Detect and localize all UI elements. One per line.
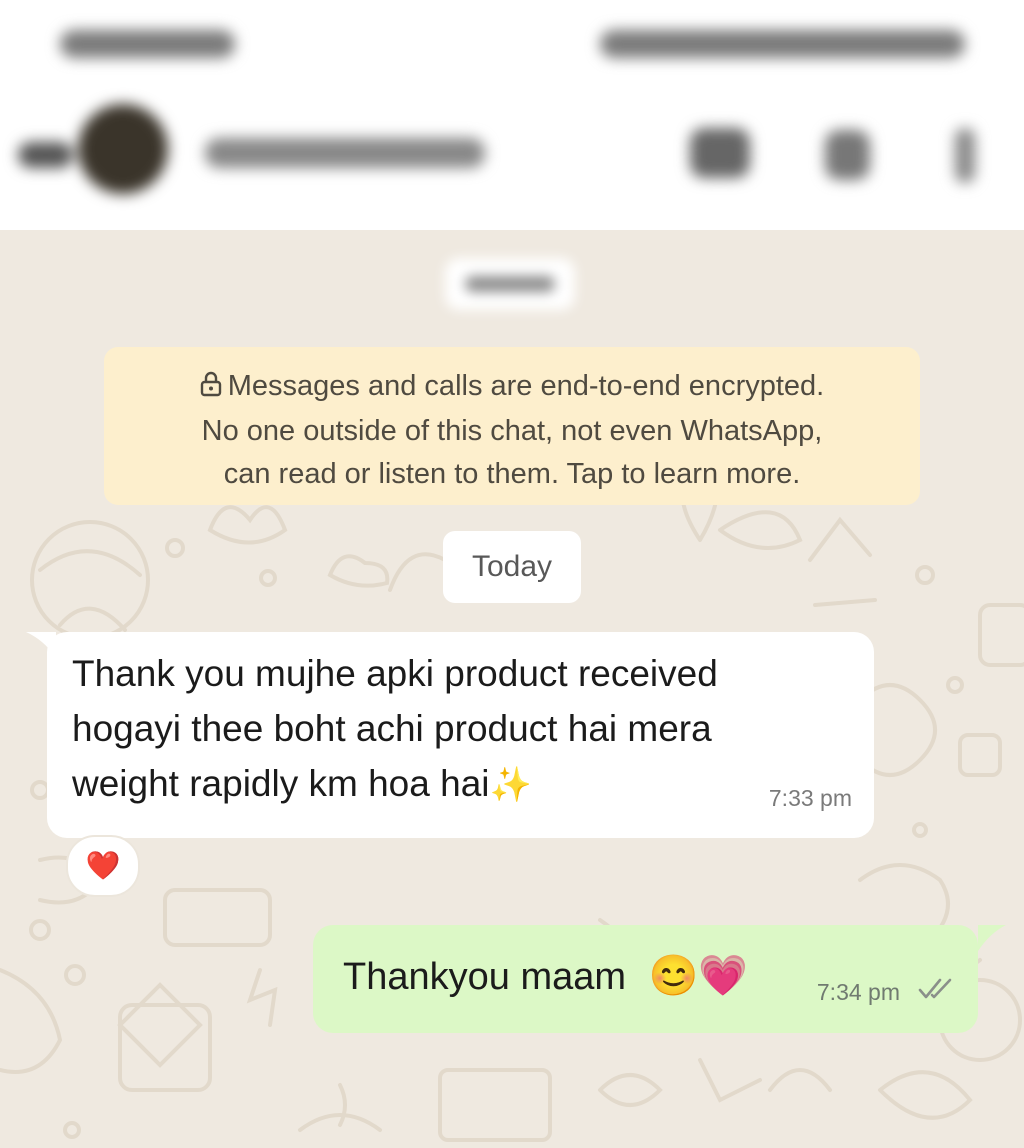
encryption-line-1: Messages and calls are end-to-end encryp… — [104, 365, 920, 410]
incoming-message[interactable]: Thank you mujhe apki product received ho… — [47, 632, 874, 838]
message-line: hogayi thee boht achi product hai mera — [72, 708, 712, 749]
message-time: 7:33 pm — [768, 785, 852, 811]
heart-reaction[interactable]: ❤️ — [66, 835, 140, 897]
encryption-line-3: can read or listen to them. Tap to learn… — [223, 458, 801, 490]
chat-header — [0, 90, 1024, 230]
message-time: 7:34 pm — [816, 979, 900, 1005]
voice-call-icon[interactable] — [825, 130, 870, 180]
outgoing-bubble-tail — [978, 925, 1006, 951]
avatar[interactable] — [78, 104, 168, 194]
contact-name[interactable] — [205, 138, 485, 168]
menu-icon[interactable] — [955, 128, 975, 183]
smile-heart-emojis: 😊💗 — [648, 954, 749, 998]
sparkles-emoji: ✨ — [489, 766, 532, 804]
message-line: Thank you mujhe apki product received — [72, 653, 718, 694]
outgoing-message[interactable]: Thankyou maam 😊💗 7:34 pm — [313, 925, 978, 1033]
double-check-icon — [916, 961, 956, 1019]
message-text: Thankyou maam — [343, 956, 627, 998]
status-bar — [0, 0, 1024, 90]
lock-icon — [200, 367, 222, 410]
back-arrow-icon[interactable] — [18, 142, 73, 168]
encryption-notice[interactable]: Messages and calls are end-to-end encryp… — [104, 347, 920, 505]
video-call-icon[interactable] — [690, 128, 750, 178]
encryption-line-2: No one outside of this chat, not even Wh… — [201, 415, 823, 447]
date-separator: Today — [443, 531, 581, 603]
message-line: weight rapidly km hoa hai✨ — [72, 763, 532, 804]
previous-date-chip — [445, 258, 575, 310]
